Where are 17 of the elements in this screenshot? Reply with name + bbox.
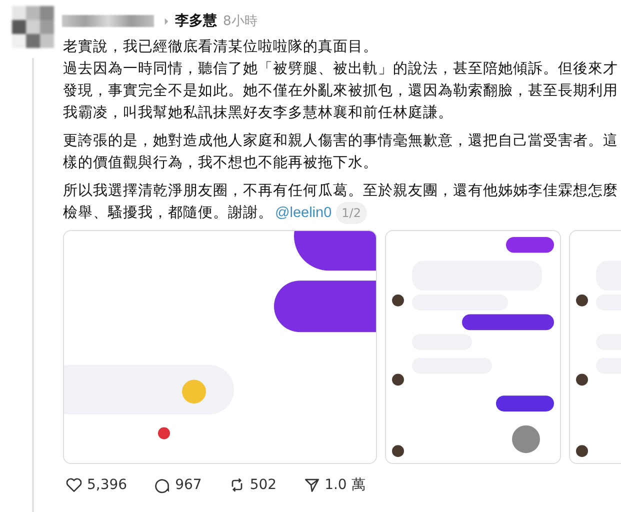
heart-icon <box>65 476 83 494</box>
post-paragraph: 更誇張的是，她對造成他人家庭和親人傷害的事情毫無歉意，還把自己當受害者。這樣的價值觀與行為，我不想也不能再被拖下水。 <box>63 132 619 173</box>
post-text-line: 老實說，我已經徹底看清某位啦啦隊的真面目。 <box>63 38 379 57</box>
comment-icon <box>153 476 172 494</box>
action-button[interactable]: 967 <box>153 476 202 494</box>
page-badge: 1/2 <box>336 202 367 224</box>
post-paragraph: 所以我選擇清乾淨朋友圈，不再有任何瓜葛。至於親友團，還有他姊姊李佳霖想怎麼檢舉、騷擾我，都隨便。謝謝。@leelin0 1/2 <box>63 180 621 224</box>
send-icon <box>302 476 321 494</box>
post-paragraph: 過去因為一時同情，聽信了她「被劈腿、被出軌」的說法，甚至陪她傾訴。但後來才發現，事實完全不是如此。她不僅在外亂來被抓包，還因為勒索翻臉，甚至長期利用我霸凌，叫我幫她私訊抹黑好友李多慧林襄和前任林庭謙。 <box>63 60 619 123</box>
post-time: 8小時 <box>223 13 258 30</box>
caret-icon <box>164 18 169 24</box>
action-button[interactable]: 502 <box>228 476 277 494</box>
avatar[interactable] <box>12 6 54 48</box>
action-button[interactable]: 5,396 <box>65 476 128 494</box>
author-name[interactable]: 李多慧 <box>175 12 217 30</box>
action-button[interactable]: 1.0 萬 <box>302 476 366 494</box>
mention-link[interactable]: @leelin0 <box>275 205 332 221</box>
